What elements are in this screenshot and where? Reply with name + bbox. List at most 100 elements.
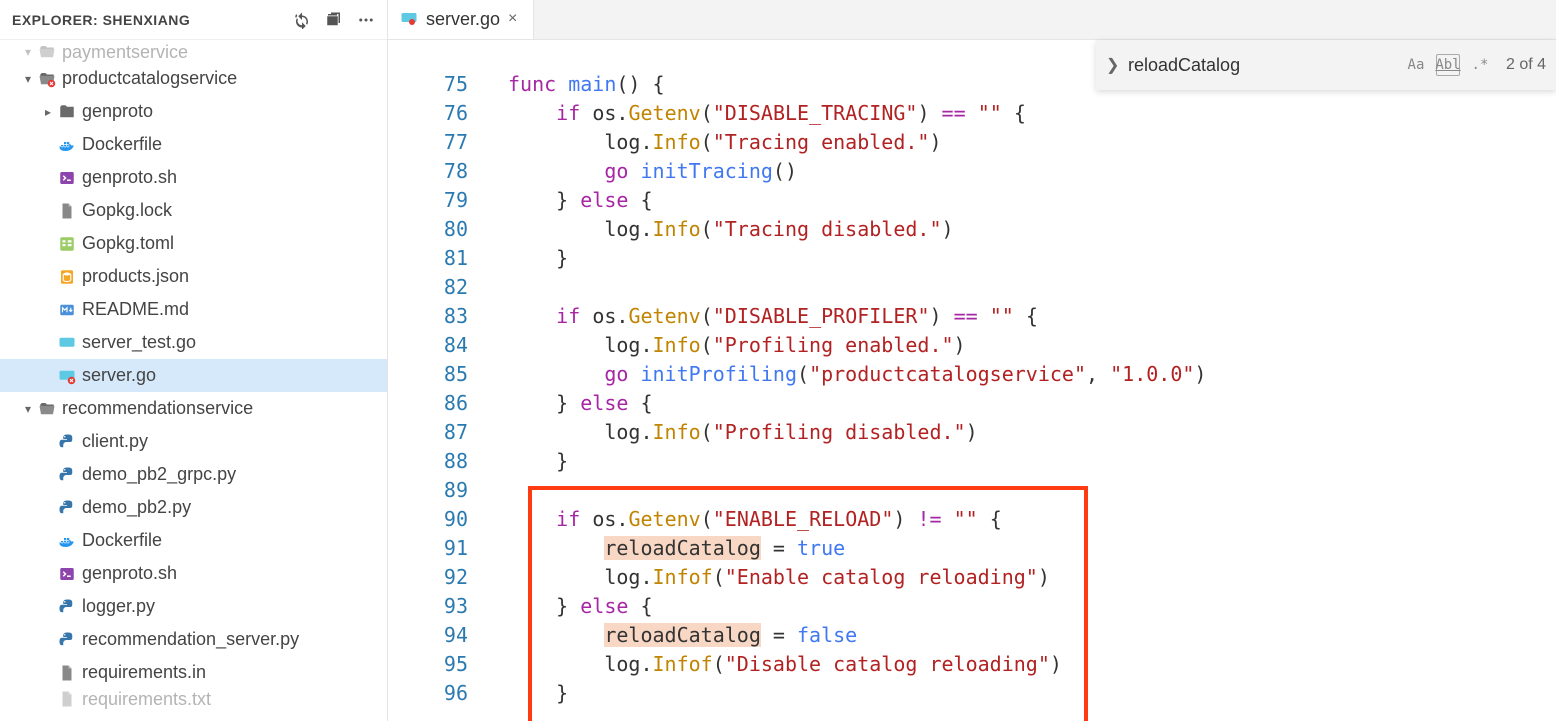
tab-server-go[interactable]: server.go × (388, 0, 534, 39)
tree-file[interactable]: ▸genproto.sh (0, 161, 387, 194)
close-tab-icon[interactable]: × (508, 10, 517, 28)
code-editor[interactable]: 7576777879808182838485868788899091929394… (388, 40, 1556, 721)
code-line[interactable]: if os.Getenv("DISABLE_TRACING") == "" { (488, 99, 1556, 128)
code-line[interactable] (488, 273, 1556, 302)
folder-icon (56, 103, 78, 121)
tree-file[interactable]: ▸Gopkg.toml (0, 227, 387, 260)
code-token: "Disable catalog reloading" (725, 652, 1050, 676)
tree-file[interactable]: ▸Dockerfile (0, 128, 387, 161)
code-token: "DISABLE_PROFILER" (713, 304, 930, 328)
tree-item-label: Gopkg.lock (82, 200, 172, 221)
code-token: == (954, 304, 978, 328)
md-icon (56, 301, 78, 319)
code-line[interactable]: } (488, 447, 1556, 476)
tree-file[interactable]: ▸README.md (0, 293, 387, 326)
tree-item-label: requirements.txt (82, 689, 211, 709)
tree-item-label: server.go (82, 365, 156, 386)
code-line[interactable]: go initTracing() (488, 157, 1556, 186)
code-line[interactable]: reloadCatalog = true (488, 534, 1556, 563)
line-number: 96 (388, 679, 468, 708)
code-token: "Profiling disabled." (713, 420, 966, 444)
py-icon (56, 598, 78, 616)
code-token: "Tracing disabled." (713, 217, 942, 241)
code-token: if (556, 507, 580, 531)
code-token: else (580, 188, 628, 212)
tree-file[interactable]: ▸server.go (0, 359, 387, 392)
code-token: initProfiling (640, 362, 797, 386)
code-token: go (604, 159, 628, 183)
tree-file[interactable]: ▸products.json (0, 260, 387, 293)
line-number: 78 (388, 157, 468, 186)
folder-icon (36, 43, 58, 61)
code-token: Info (653, 130, 701, 154)
tree-folder[interactable]: ▾ productcatalogservice (0, 62, 387, 95)
tree-item-label: genproto.sh (82, 563, 177, 584)
code-line[interactable]: } else { (488, 592, 1556, 621)
line-number: 75 (388, 70, 468, 99)
code-line[interactable]: log.Info("Tracing disabled.") (488, 215, 1556, 244)
code-token: "ENABLE_RELOAD" (713, 507, 894, 531)
tree-file[interactable]: ▸requirements.txt (0, 689, 387, 709)
code-line[interactable]: log.Info("Tracing enabled.") (488, 128, 1556, 157)
twisty-icon[interactable]: ▾ (20, 402, 36, 416)
twisty-icon[interactable]: ▾ (20, 72, 36, 86)
line-number: 77 (388, 128, 468, 157)
code-token: if (556, 101, 580, 125)
code-line[interactable]: log.Info("Profiling enabled.") (488, 331, 1556, 360)
tree-file[interactable]: ▸Dockerfile (0, 524, 387, 557)
twisty-icon[interactable]: ▾ (20, 45, 36, 59)
code-line[interactable]: func main() { (488, 70, 1556, 99)
tree-folder[interactable]: ▾paymentservice (0, 42, 387, 62)
tree-folder[interactable]: ▾recommendationservice (0, 392, 387, 425)
code-line[interactable]: log.Infof("Enable catalog reloading") (488, 563, 1556, 592)
code-line[interactable]: log.Info("Profiling disabled.") (488, 418, 1556, 447)
tree-file[interactable]: ▸server_test.go (0, 326, 387, 359)
file-tree[interactable]: ▾paymentservice▾productcatalogservice▸ge… (0, 40, 387, 721)
tree-item-label: Dockerfile (82, 530, 162, 551)
code-line[interactable]: if os.Getenv("ENABLE_RELOAD") != "" { (488, 505, 1556, 534)
line-number: 95 (388, 650, 468, 679)
docker-icon (56, 136, 78, 154)
code-area[interactable]: func main() { if os.Getenv("DISABLE_TRAC… (488, 40, 1556, 721)
code-line[interactable]: go initProfiling("productcatalogservice"… (488, 360, 1556, 389)
tree-file[interactable]: ▸logger.py (0, 590, 387, 623)
search-match: reloadCatalog (604, 623, 761, 647)
code-line[interactable]: } else { (488, 186, 1556, 215)
file-icon (56, 690, 78, 708)
tree-file[interactable]: ▸demo_pb2_grpc.py (0, 458, 387, 491)
twisty-icon[interactable]: ▸ (40, 105, 56, 119)
line-number: 82 (388, 273, 468, 302)
tree-file[interactable]: ▸demo_pb2.py (0, 491, 387, 524)
code-line[interactable]: } else { (488, 389, 1556, 418)
code-token: Getenv (628, 304, 700, 328)
tab-bar: server.go × (388, 0, 1556, 40)
code-line[interactable]: if os.Getenv("DISABLE_PROFILER") == "" { (488, 302, 1556, 331)
code-token: else (580, 391, 628, 415)
tree-item-label: server_test.go (82, 332, 196, 353)
tree-item-label: genproto (82, 101, 153, 122)
code-line[interactable] (488, 476, 1556, 505)
folder-icon (36, 70, 58, 88)
tree-file[interactable]: ▸genproto.sh (0, 557, 387, 590)
code-token: false (797, 623, 857, 647)
tree-file[interactable]: ▸client.py (0, 425, 387, 458)
tree-file[interactable]: ▸requirements.in (0, 656, 387, 689)
code-line[interactable]: } (488, 679, 1556, 708)
file-icon (56, 664, 78, 682)
code-token: if (556, 304, 580, 328)
code-line[interactable]: log.Infof("Disable catalog reloading") (488, 650, 1556, 679)
collapse-all-icon[interactable] (325, 11, 343, 29)
tree-file[interactable]: ▸recommendation_server.py (0, 623, 387, 656)
code-token: Infof (653, 652, 713, 676)
line-number: 91 (388, 534, 468, 563)
refresh-icon[interactable] (293, 11, 311, 29)
code-token: go (604, 362, 628, 386)
tree-folder[interactable]: ▸ genproto (0, 95, 387, 128)
more-icon[interactable] (357, 11, 375, 29)
code-line[interactable]: } (488, 244, 1556, 273)
tree-file[interactable]: ▸Gopkg.lock (0, 194, 387, 227)
code-line[interactable]: reloadCatalog = false (488, 621, 1556, 650)
code-token: "productcatalogservice" (809, 362, 1086, 386)
py-icon (56, 499, 78, 517)
tree-item-label: productcatalogservice (62, 68, 237, 89)
